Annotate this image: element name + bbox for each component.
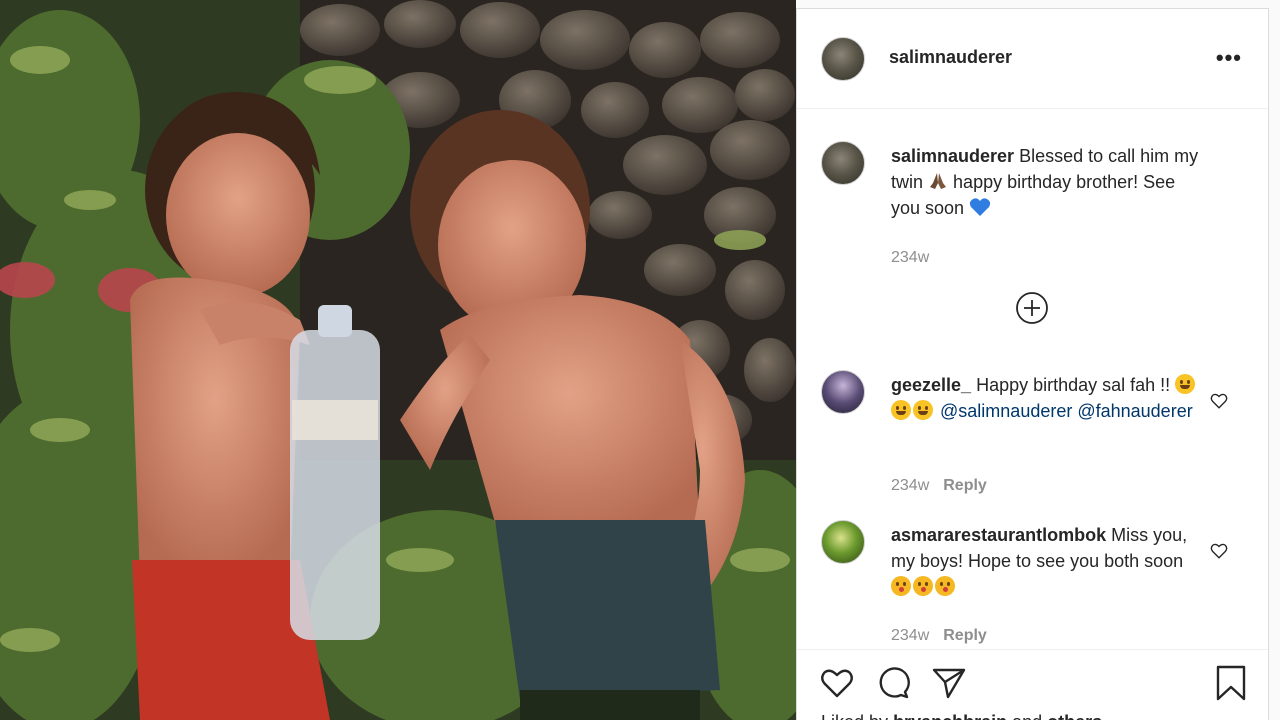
top-strip <box>796 0 1280 8</box>
grinning-face-icon <box>913 400 933 420</box>
author-avatar[interactable] <box>821 37 865 81</box>
comment-text: geezelle_ Happy birthday sal fah !! @sal… <box>891 372 1207 424</box>
comment-username[interactable]: geezelle_ <box>891 375 971 395</box>
caption-username[interactable]: salimnauderer <box>891 146 1014 166</box>
face-blowing-kiss-icon <box>935 576 955 596</box>
caption-age[interactable]: 234w <box>891 249 929 266</box>
author-username[interactable]: salimnauderer <box>889 47 1012 68</box>
like-comment-heart-icon[interactable] <box>1210 392 1228 410</box>
bookmark-icon[interactable] <box>1213 665 1249 701</box>
comment-icon[interactable] <box>875 665 911 701</box>
reply-button[interactable]: Reply <box>943 627 987 644</box>
caption-text: salimnauderer Blessed to call him my twi… <box>891 143 1207 221</box>
comment-age[interactable]: 234w <box>891 477 929 494</box>
post-photo-image <box>0 0 796 720</box>
face-blowing-kiss-icon <box>891 576 911 596</box>
comment-mentions[interactable]: @salimnauderer @fahnauderer <box>940 401 1193 421</box>
reply-button[interactable]: Reply <box>943 477 987 494</box>
likes-user[interactable]: bryanchbrain <box>893 712 1007 720</box>
action-bar: Liked by bryanchbrain and others <box>797 649 1268 720</box>
comment-age[interactable]: 234w <box>891 627 929 644</box>
right-strip <box>1270 0 1280 720</box>
caption-avatar[interactable] <box>821 141 865 185</box>
comment-meta: 234w Reply <box>891 477 987 495</box>
comment-avatar[interactable] <box>821 370 865 414</box>
post-header: salimnauderer ••• <box>797 9 1268 109</box>
blue-heart-icon <box>969 198 991 216</box>
comment-body: Happy birthday sal fah !! <box>976 375 1171 395</box>
heart-icon[interactable] <box>819 665 855 701</box>
post-photo[interactable] <box>0 0 796 720</box>
post-panel: salimnauderer ••• salimnauderer Blessed … <box>796 8 1269 720</box>
caption-meta: 234w <box>891 249 929 267</box>
comment-text: asmararestaurantlombok Miss you, my boys… <box>891 522 1207 600</box>
folded-hands-icon <box>930 173 947 189</box>
likes-suffix: and <box>1012 712 1042 720</box>
load-more-comments-icon[interactable] <box>1015 291 1049 325</box>
like-comment-heart-icon[interactable] <box>1210 542 1228 560</box>
face-blowing-kiss-icon <box>913 576 933 596</box>
likes-prefix: Liked by <box>821 712 888 720</box>
grinning-squinting-face-icon <box>1175 374 1196 394</box>
comment-avatar[interactable] <box>821 520 865 564</box>
more-options-icon[interactable]: ••• <box>1216 45 1242 71</box>
likes-summary: Liked by bryanchbrain and others <box>821 712 1102 720</box>
grinning-face-icon <box>891 400 911 420</box>
share-icon[interactable] <box>931 665 967 701</box>
comment-username[interactable]: asmararestaurantlombok <box>891 525 1106 545</box>
comment-meta: 234w Reply <box>891 627 987 645</box>
likes-others[interactable]: others <box>1047 712 1102 720</box>
